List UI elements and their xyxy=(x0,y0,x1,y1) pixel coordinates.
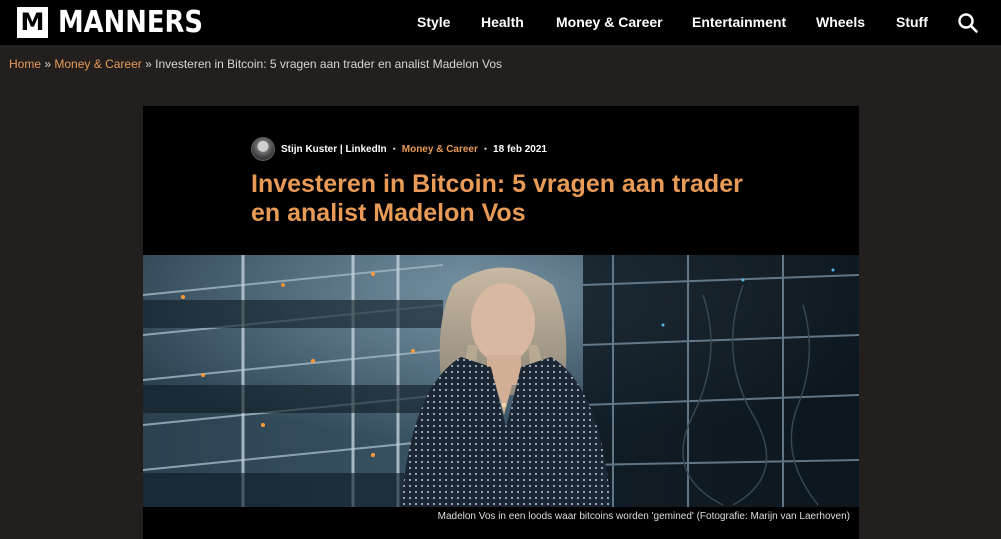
breadcrumb-home-link[interactable]: Home xyxy=(9,57,41,71)
breadcrumb-separator: » xyxy=(145,57,152,71)
breadcrumb-separator: » xyxy=(44,57,52,71)
site-logo[interactable]: M MANNERS xyxy=(17,7,227,38)
meta-separator: • xyxy=(483,144,488,154)
top-navigation-bar: M MANNERS Style Health Money & Career En… xyxy=(0,0,1001,45)
search-icon[interactable] xyxy=(957,12,979,34)
nav-item-style[interactable]: Style xyxy=(417,14,450,30)
nav-item-stuff[interactable]: Stuff xyxy=(896,14,928,30)
article-card: Stijn Kuster | LinkedIn • Money & Career… xyxy=(143,106,859,539)
article-category-link[interactable]: Money & Career xyxy=(402,144,478,155)
breadcrumb-category-link[interactable]: Money & Career xyxy=(54,57,141,71)
article-meta: Stijn Kuster | LinkedIn • Money & Career… xyxy=(251,137,547,161)
breadcrumb-current-page: Investeren in Bitcoin: 5 vragen aan trad… xyxy=(155,57,503,71)
nav-item-entertainment[interactable]: Entertainment xyxy=(692,14,786,30)
logo-wordmark: MANNERS xyxy=(58,5,203,40)
nav-item-health[interactable]: Health xyxy=(481,14,524,30)
nav-item-wheels[interactable]: Wheels xyxy=(816,14,865,30)
article-title: Investeren in Bitcoin: 5 vragen aan trad… xyxy=(251,170,743,227)
author-avatar[interactable] xyxy=(251,137,275,161)
breadcrumb: Home » Money & Career » Investeren in Bi… xyxy=(9,57,502,71)
author-link[interactable]: Stijn Kuster | LinkedIn xyxy=(281,144,387,155)
image-caption: Madelon Vos in een loods waar bitcoins w… xyxy=(437,511,850,522)
article-date: 18 feb 2021 xyxy=(493,143,547,155)
article-hero-image xyxy=(143,255,859,507)
nav-item-money-career[interactable]: Money & Career xyxy=(556,14,663,30)
meta-separator: • xyxy=(392,144,396,154)
main-menu: Style Health Money & Career Entertainmen… xyxy=(400,0,945,45)
logo-mark: M xyxy=(17,7,48,38)
